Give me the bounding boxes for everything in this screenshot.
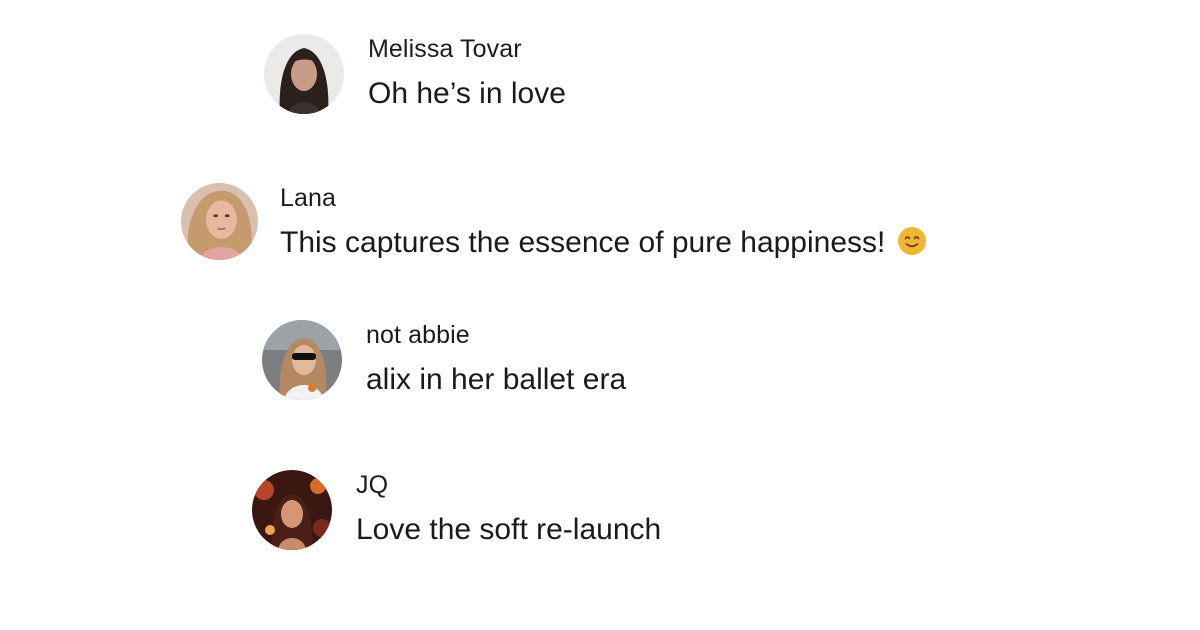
comment-item: Melissa Tovar Oh he’s in love: [264, 34, 566, 114]
avatar-lana[interactable]: [181, 183, 258, 260]
avatar-photo-icon: [181, 183, 258, 260]
comment-text: Oh he’s in love: [368, 77, 566, 110]
avatar-photo-icon: [252, 470, 332, 550]
comment-author[interactable]: Lana: [280, 183, 927, 213]
comment-author[interactable]: not abbie: [366, 320, 626, 350]
comment-author[interactable]: JQ: [356, 470, 661, 500]
comment-author[interactable]: Melissa Tovar: [368, 34, 566, 64]
comment-item: Lana This captures the essence of pure h…: [181, 183, 927, 261]
comment-text: alix in her ballet era: [366, 363, 627, 396]
avatar-melissa-tovar[interactable]: [264, 34, 344, 114]
avatar-photo-icon: [264, 34, 344, 114]
comment-text: This captures the essence of pure happin…: [280, 225, 927, 261]
comment-item: not abbie alix in her ballet era: [262, 320, 626, 400]
avatar-not-abbie[interactable]: [262, 320, 342, 400]
comment-text: Love the soft re-launch: [356, 513, 662, 546]
comment-item: JQ Love the soft re-launch: [252, 470, 661, 550]
avatar-jq[interactable]: [252, 470, 332, 550]
comment-text-content: This captures the essence of pure happin…: [280, 226, 886, 259]
smiling-face-emoji-icon: [897, 226, 927, 256]
avatar-photo-icon: [262, 320, 342, 400]
